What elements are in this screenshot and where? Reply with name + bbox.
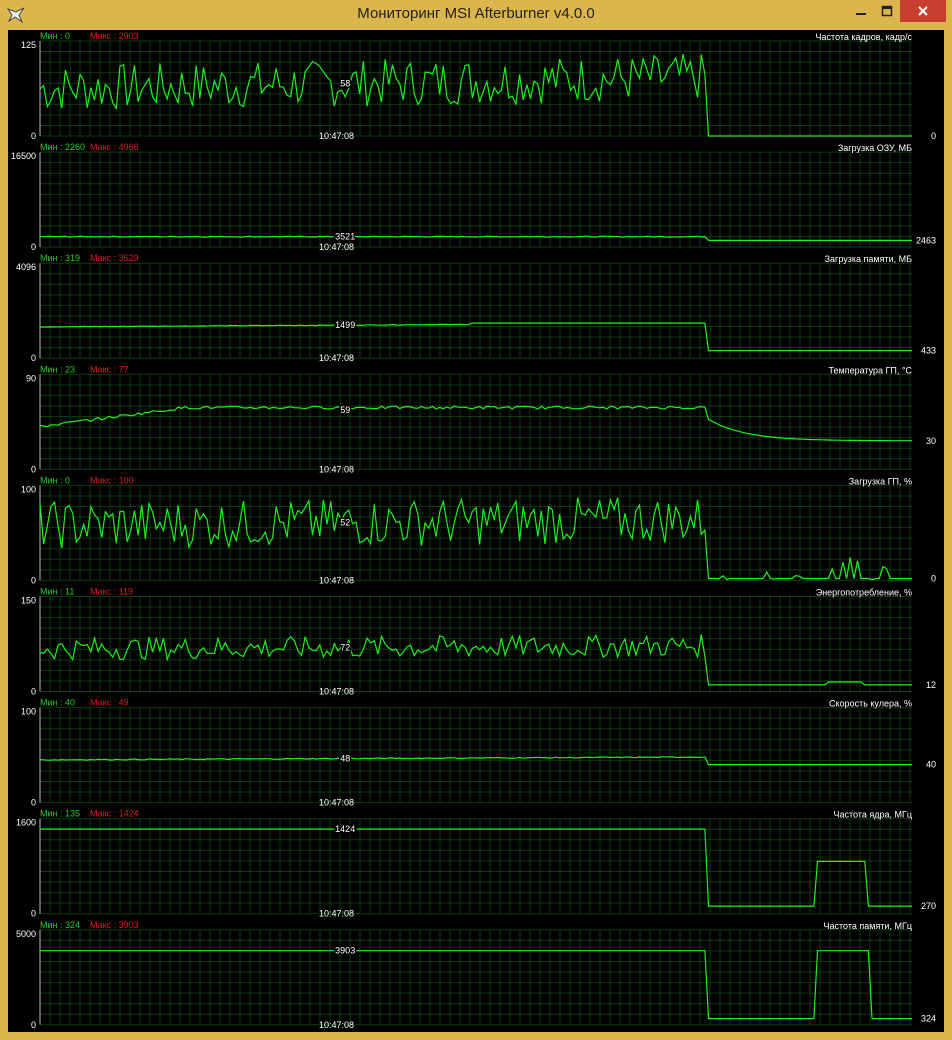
- current-value: 30: [926, 436, 936, 446]
- max-label: Макс : 4966: [90, 142, 139, 152]
- cursor-value: 3903: [335, 946, 355, 956]
- close-button[interactable]: [900, 0, 946, 22]
- current-value: 270: [921, 901, 936, 911]
- y-max-label: 1600: [16, 818, 36, 828]
- current-value: 324: [921, 1014, 936, 1024]
- graph-title: Загрузка памяти, МБ: [825, 254, 912, 264]
- y-max-label: 100: [21, 707, 36, 717]
- y-min-label: 0: [31, 909, 36, 919]
- y-min-label: 0: [31, 131, 36, 141]
- y-max-label: 125: [21, 40, 36, 50]
- timestamp-label: 10:47:08: [319, 1020, 354, 1030]
- y-max-label: 90: [26, 373, 36, 383]
- y-min-label: 0: [31, 1020, 36, 1030]
- cursor-value: 58: [340, 78, 350, 88]
- timestamp-label: 10:47:08: [319, 131, 354, 141]
- graph-title: Энергопотребление, %: [816, 588, 912, 598]
- hardware-monitor-panel[interactable]: Мин : 0 Макс : 2903 Частота кадров, кадр/с…: [8, 30, 944, 1032]
- y-max-label: 5000: [16, 929, 36, 939]
- monitor-graphs: Мин : 0 Макс : 2903 Частота кадров, кадр/с…: [11, 31, 936, 1030]
- min-label: Мин : 40: [40, 698, 75, 708]
- cursor-value: 52: [340, 518, 350, 528]
- y-min-label: 0: [31, 687, 36, 697]
- y-min-label: 0: [31, 798, 36, 808]
- minimize-button[interactable]: [848, 0, 874, 22]
- cursor-value: 72: [340, 642, 350, 652]
- current-value: 0: [931, 574, 936, 584]
- graph-title: Скорость кулера, %: [829, 699, 912, 709]
- current-value: 12: [926, 680, 936, 690]
- current-value: 2463: [916, 235, 936, 245]
- cursor-value: 1424: [335, 824, 355, 834]
- timestamp-label: 10:47:08: [319, 242, 354, 252]
- max-label: Макс : 3903: [90, 920, 139, 930]
- cursor-value: 3521: [335, 232, 355, 242]
- min-label: Мин : 0: [40, 31, 70, 41]
- cursor-value: 1499: [335, 320, 355, 330]
- max-label: Макс : 2903: [90, 31, 139, 41]
- graph-title: Загрузка ГП, %: [849, 476, 912, 486]
- timestamp-label: 10:47:08: [319, 798, 354, 808]
- min-label: Мин : 2260: [40, 142, 85, 152]
- maximize-button[interactable]: [874, 0, 900, 22]
- cursor-value: 48: [340, 754, 350, 764]
- y-max-label: 16500: [11, 151, 36, 161]
- graph-title: Загрузка ОЗУ, МБ: [838, 143, 912, 153]
- timestamp-label: 10:47:08: [319, 464, 354, 474]
- current-value: 0: [931, 131, 936, 141]
- min-label: Мин : 23: [40, 364, 75, 374]
- y-max-label: 150: [21, 596, 36, 606]
- series-line: [40, 828, 912, 907]
- y-min-label: 0: [31, 353, 36, 363]
- y-max-label: 100: [21, 484, 36, 494]
- max-label: Макс : 119: [90, 587, 133, 597]
- max-label: Макс : 1424: [90, 809, 139, 819]
- y-min-label: 0: [31, 575, 36, 585]
- cursor-value: 59: [340, 405, 350, 415]
- title-bar[interactable]: Мониторинг MSI Afterburner v4.0.0: [0, 0, 952, 30]
- min-label: Мин : 135: [40, 809, 80, 819]
- min-label: Мин : 0: [40, 475, 70, 485]
- series-line: [40, 950, 912, 1020]
- y-min-label: 0: [31, 464, 36, 474]
- timestamp-label: 10:47:08: [319, 353, 354, 363]
- max-label: Макс : 3529: [90, 253, 139, 263]
- series-line: [39, 54, 912, 137]
- y-min-label: 0: [31, 242, 36, 252]
- close-icon: [918, 6, 928, 16]
- series-line: [39, 405, 912, 442]
- max-label: Макс : 77: [90, 364, 129, 374]
- min-label: Мин : 324: [40, 920, 80, 930]
- current-value: 433: [921, 346, 936, 356]
- graph-title: Частота кадров, кадр/с: [816, 32, 913, 42]
- y-max-label: 4096: [16, 262, 36, 272]
- min-label: Мин : 11: [40, 587, 74, 597]
- graph-title: Частота ядра, МГц: [833, 810, 912, 820]
- graph-title: Температура ГП, °С: [829, 365, 913, 375]
- max-label: Макс : 100: [90, 475, 134, 485]
- maximize-icon: [881, 5, 893, 17]
- minimize-icon: [856, 13, 866, 15]
- timestamp-label: 10:47:08: [319, 909, 354, 919]
- window-title: Мониторинг MSI Afterburner v4.0.0: [357, 5, 595, 22]
- timestamp-label: 10:47:08: [319, 575, 354, 585]
- graph-title: Частота памяти, МГц: [824, 921, 912, 931]
- min-label: Мин : 319: [40, 253, 80, 263]
- timestamp-label: 10:47:08: [319, 687, 354, 697]
- current-value: 40: [926, 760, 936, 770]
- max-label: Макс : 49: [90, 698, 129, 708]
